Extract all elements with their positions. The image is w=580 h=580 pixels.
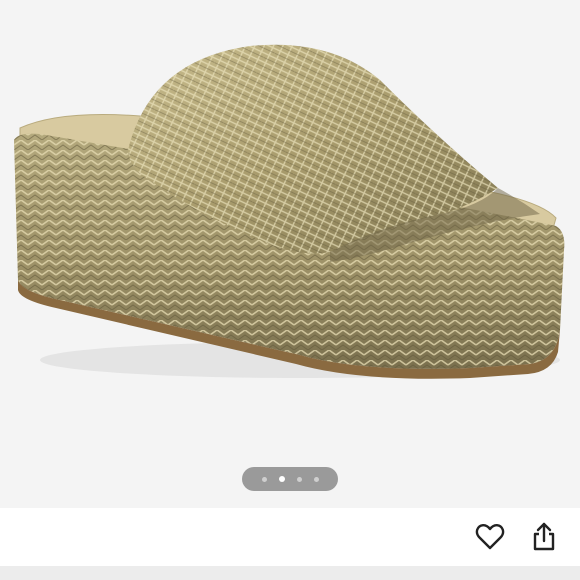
carousel-dot-2-active[interactable] [278, 476, 285, 482]
product-action-bar [0, 508, 580, 566]
product-image-gallery[interactable] [0, 0, 580, 508]
product-photo-sandal[interactable] [0, 0, 580, 508]
share-icon [533, 522, 555, 551]
carousel-dot-1[interactable] [261, 476, 267, 482]
carousel-dot-3[interactable] [296, 476, 302, 482]
like-button[interactable] [470, 517, 510, 557]
bottom-divider [0, 566, 580, 580]
heart-outline-icon [475, 523, 505, 550]
carousel-pagination[interactable] [242, 467, 338, 491]
share-button[interactable] [524, 517, 564, 557]
carousel-dot-4[interactable] [313, 476, 319, 482]
